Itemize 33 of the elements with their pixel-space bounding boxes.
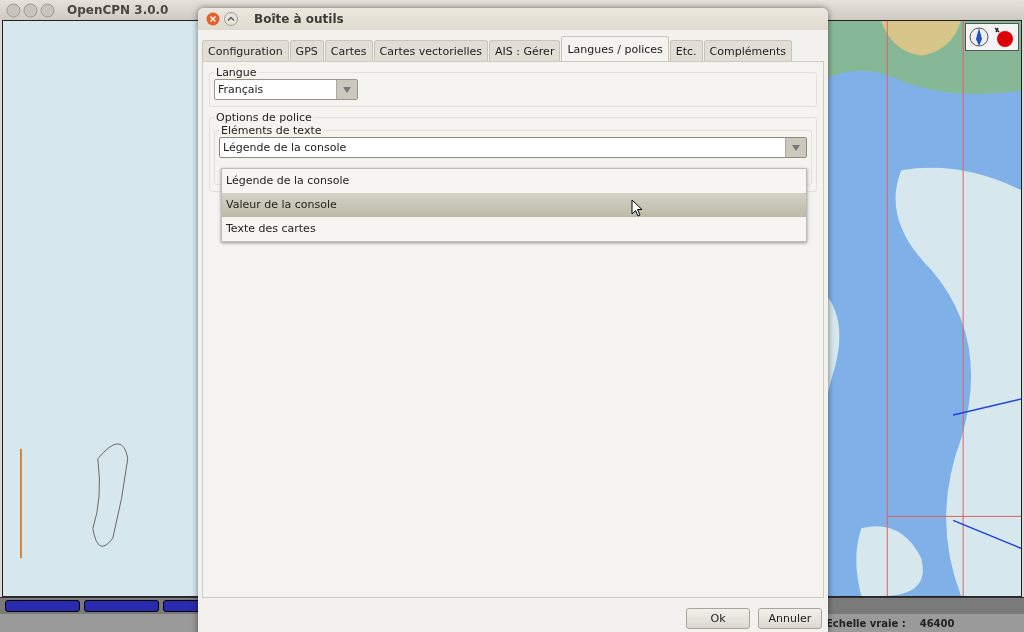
tab[interactable]: Cartes vectorielles — [373, 40, 489, 61]
compass-icon[interactable] — [969, 25, 989, 49]
group-label: Langue — [215, 66, 258, 79]
window-title: OpenCPN 3.0.0 — [67, 3, 169, 17]
tab[interactable]: GPS — [289, 40, 324, 61]
text-element-dropdown[interactable]: Légende de la console — [219, 137, 807, 158]
tab[interactable]: Etc. — [669, 40, 703, 61]
tab[interactable]: Langues / polices — [561, 36, 669, 61]
dropdown-option[interactable]: Valeur de la console — [222, 193, 806, 217]
cancel-button[interactable]: Annuler — [758, 607, 822, 629]
chart-bar-key[interactable] — [84, 600, 159, 612]
ok-button[interactable]: Ok — [686, 607, 750, 629]
tab[interactable]: Compléments — [703, 40, 793, 61]
dropdown-option[interactable]: Texte des cartes — [222, 217, 806, 241]
mouse-cursor-icon — [631, 199, 643, 217]
window-control-icon[interactable] — [23, 2, 38, 18]
close-icon[interactable] — [206, 12, 220, 26]
window-control-icon[interactable] — [40, 2, 55, 18]
tab[interactable]: AIS : Gérer — [489, 40, 561, 61]
record-icon[interactable] — [993, 25, 1015, 49]
language-dropdown[interactable]: Français — [214, 79, 358, 100]
dropdown-arrow-icon — [792, 144, 800, 151]
window-control-icon[interactable] — [6, 2, 21, 18]
chart-bar-key[interactable] — [5, 600, 80, 612]
group-label: Eléments de texte — [220, 124, 323, 137]
tab[interactable]: Cartes — [324, 40, 373, 61]
tab[interactable]: Configuration — [202, 40, 289, 61]
group-label: Options de police — [215, 111, 313, 124]
dialog-title: Boîte à outils — [254, 12, 344, 26]
dropdown-option[interactable]: Légende de la console — [222, 169, 806, 193]
dropdown-arrow-icon — [343, 86, 351, 93]
maximize-icon[interactable] — [224, 12, 238, 26]
scale-value: 46400 — [919, 617, 955, 629]
